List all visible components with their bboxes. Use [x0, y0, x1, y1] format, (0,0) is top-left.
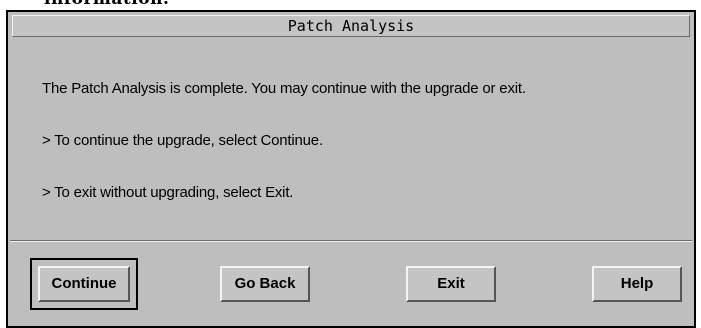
page: information. Patch Analysis The Patch An… — [0, 0, 701, 328]
help-button[interactable]: Help — [592, 266, 682, 302]
exit-button[interactable]: Exit — [406, 266, 496, 302]
exit-instruction: > To exit without upgrading, select Exit… — [42, 184, 294, 201]
background-text-fragment: information. — [44, 0, 169, 9]
separator — [10, 240, 692, 242]
continue-instruction: > To continue the upgrade, select Contin… — [42, 132, 323, 149]
go-back-button[interactable]: Go Back — [220, 266, 310, 302]
continue-button[interactable]: Continue — [38, 266, 130, 302]
dialog-title: Patch Analysis — [12, 15, 690, 37]
patch-analysis-dialog: Patch Analysis The Patch Analysis is com… — [6, 10, 696, 328]
completion-message: The Patch Analysis is complete. You may … — [42, 80, 526, 97]
